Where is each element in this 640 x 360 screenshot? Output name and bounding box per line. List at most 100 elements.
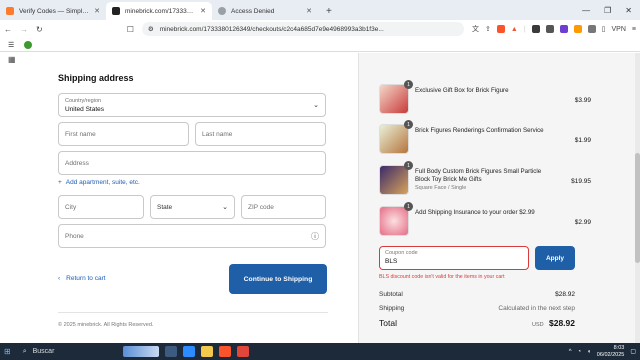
zip-placeholder: ZIP code <box>248 203 274 211</box>
close-tab-icon[interactable]: ✕ <box>200 7 206 15</box>
help-icon[interactable]: ⓘ <box>311 231 319 242</box>
menu-icon[interactable]: ☰ <box>8 41 14 49</box>
back-icon[interactable]: ← <box>4 25 12 34</box>
widgets-city-icon[interactable] <box>122 346 159 357</box>
apps-grid-icon[interactable]: ▦ <box>8 55 16 64</box>
last-name-placeholder: Last name <box>202 130 233 138</box>
menu-icon[interactable]: ≡ <box>632 26 636 33</box>
system-tray: ^ ◔ ◖ 8:03 06/02/2025 ▢ <box>569 345 636 357</box>
tab-minebrick[interactable]: minebrick.com/1733380126349 ✕ <box>106 2 212 20</box>
extension-shortcut-icon[interactable] <box>24 40 33 49</box>
coupon-input[interactable]: Coupon code BLS <box>379 246 529 270</box>
phone-placeholder: Phone <box>65 232 84 240</box>
url-text: minebrick.com/1733380126349/checkouts/c2… <box>159 25 384 33</box>
continue-to-shipping-button[interactable]: Continue to Shipping <box>229 264 327 294</box>
extension-icon[interactable] <box>587 25 596 33</box>
last-name-field[interactable]: Last name <box>195 122 326 146</box>
address-bar-row: ← → ↻ ☐ ⚙ minebrick.com/1733380126349/ch… <box>0 20 640 38</box>
minimize-icon[interactable]: — <box>582 6 590 15</box>
scrollbar-thumb[interactable] <box>635 153 640 263</box>
clock[interactable]: 8:03 06/02/2025 <box>597 345 625 357</box>
total-label: Total <box>379 318 397 328</box>
vpn-button[interactable]: VPN <box>612 26 626 33</box>
quantity-badge: 1 <box>404 120 413 129</box>
phone-field[interactable]: Phone ⓘ <box>58 224 326 248</box>
extension-icon[interactable] <box>531 25 540 33</box>
address-placeholder: Address <box>65 159 89 167</box>
item-price: $2.99 <box>574 219 591 226</box>
brave-browser-icon[interactable] <box>218 346 231 357</box>
item-title: Full Body Custom Brick Figures Small Par… <box>415 168 542 184</box>
reload-icon[interactable]: ↻ <box>36 25 43 34</box>
apply-button[interactable]: Apply <box>535 246 575 270</box>
tab-verify-codes[interactable]: Verify Codes — SimplyCodes ✕ <box>0 2 106 20</box>
sidebar-icon[interactable]: ▯ <box>602 25 606 33</box>
address-field[interactable]: Address <box>58 151 326 175</box>
tab-title: minebrick.com/1733380126349 <box>125 7 195 15</box>
subtotal-row: Subtotal $28.92 <box>379 291 575 298</box>
file-explorer-icon[interactable] <box>200 346 213 357</box>
shipping-insurance-thumbnail <box>379 206 409 236</box>
chevron-up-icon[interactable]: ^ <box>569 349 572 355</box>
taskbar-search[interactable]: ⌕ Buscar <box>17 345 117 358</box>
close-window-icon[interactable]: ✕ <box>625 6 632 15</box>
new-tab-button[interactable]: + <box>318 2 340 20</box>
tab-title: Access Denied <box>231 7 275 15</box>
shipping-value: Calculated in the next step <box>498 305 575 312</box>
translate-icon[interactable]: 文 <box>472 24 479 34</box>
country-select[interactable]: Country/region United States ⌄ <box>58 93 326 117</box>
state-select[interactable]: State ⌄ <box>150 195 235 219</box>
subtotal-label: Subtotal <box>379 291 403 298</box>
network-icon[interactable]: ◔ <box>578 349 582 355</box>
brick-figure-thumbnail <box>379 165 409 195</box>
simplycodes-favicon-icon <box>6 7 14 15</box>
task-view-icon[interactable] <box>164 346 177 357</box>
forward-icon[interactable]: → <box>20 25 28 34</box>
item-name: Add Shipping Insurance to your order $2.… <box>415 209 535 216</box>
total-row: Total USD $28.92 <box>379 318 575 328</box>
share-icon[interactable]: ⇪ <box>485 25 491 33</box>
extension-icon[interactable] <box>573 25 582 33</box>
city-field[interactable]: City <box>58 195 144 219</box>
extension-icon[interactable] <box>559 25 568 33</box>
brave-browser-icon[interactable] <box>236 346 249 357</box>
scrollbar[interactable] <box>635 53 640 343</box>
copyright: © 2025 minebrick. All Rights Reserved. <box>58 322 154 328</box>
item-name: Brick Figures Renderings Confirmation Se… <box>415 127 544 134</box>
divider: | <box>523 25 526 33</box>
shipping-label: Shipping <box>379 305 405 312</box>
city-placeholder: City <box>65 203 77 211</box>
store-icon[interactable] <box>182 346 195 357</box>
close-tab-icon[interactable]: ✕ <box>306 7 312 15</box>
taskbar: ⊞ ⌕ Buscar ^ ◔ ◖ 8:03 06/02/2025 ▢ <box>0 343 640 360</box>
windows-start-icon[interactable]: ⊞ <box>4 347 11 356</box>
total-value: $28.92 <box>549 318 575 328</box>
search-icon: ⌕ <box>22 347 27 355</box>
country-label: Country/region <box>65 98 102 104</box>
first-name-field[interactable]: First name <box>58 122 189 146</box>
extension-icon[interactable] <box>545 25 554 33</box>
checkout-page: ▦ Shipping address Country/region United… <box>0 53 640 343</box>
close-tab-icon[interactable]: ✕ <box>94 7 100 15</box>
state-placeholder: State <box>157 203 173 211</box>
maximize-icon[interactable]: ❐ <box>604 6 611 15</box>
tab-access-denied[interactable]: Access Denied ✕ <box>212 2 318 20</box>
chevron-left-icon: ‹ <box>58 275 61 282</box>
bookmark-icon[interactable]: ☐ <box>127 25 134 34</box>
search-placeholder: Buscar <box>32 348 55 355</box>
zip-field[interactable]: ZIP code <box>241 195 326 219</box>
brave-shield-icon[interactable] <box>496 25 505 33</box>
coupon-value: BLS <box>385 258 398 265</box>
item-variant: Square Face / Single <box>415 184 467 191</box>
rewards-icon[interactable]: ▲ <box>511 26 518 33</box>
site-info-icon[interactable]: ⚙ <box>148 25 154 33</box>
shipping-row: Shipping Calculated in the next step <box>379 305 575 312</box>
return-label: Return to cart <box>66 275 106 282</box>
volume-icon[interactable]: ◖ <box>587 349 591 355</box>
section-title: Shipping address <box>58 73 134 83</box>
notifications-icon[interactable]: ▢ <box>630 348 636 355</box>
add-apartment-link[interactable]: + Add apartment, suite, etc. <box>58 179 140 186</box>
return-to-cart-link[interactable]: ‹ Return to cart <box>58 275 106 282</box>
minebrick-favicon-icon <box>112 7 120 15</box>
url-field[interactable]: ⚙ minebrick.com/1733380126349/checkouts/… <box>141 22 464 36</box>
